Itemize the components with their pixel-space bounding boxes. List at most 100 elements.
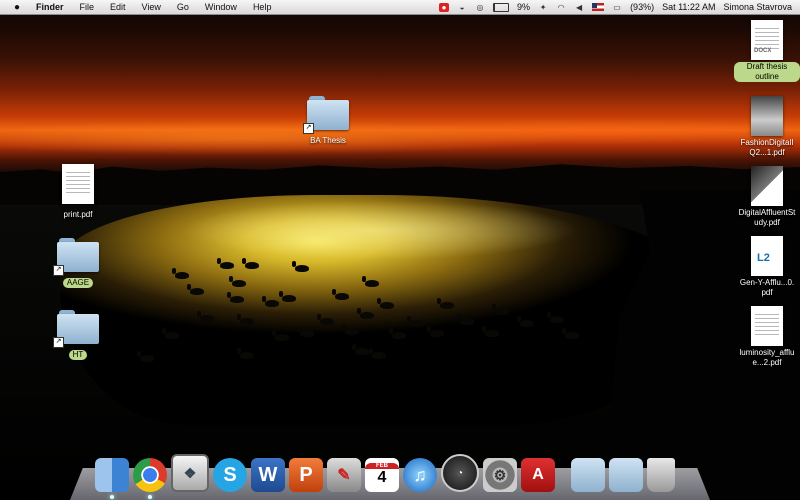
menu-bar: ● Finder File Edit View Go Window Help ●…	[0, 0, 800, 15]
duck	[547, 312, 564, 323]
menu-help[interactable]: Help	[253, 2, 272, 12]
status-lock-icon[interactable]: ✦	[538, 3, 548, 12]
acrobat-icon[interactable]: A	[521, 458, 555, 492]
lake-sheen	[180, 200, 580, 260]
input-source-flag-icon[interactable]	[592, 3, 605, 11]
desktop-file-draft-thesis-outline[interactable]: DOCX Draft thesis outline	[722, 20, 800, 84]
duck	[227, 292, 244, 303]
word-icon[interactable]: W	[251, 458, 285, 492]
duck	[492, 304, 509, 315]
duck	[437, 298, 454, 309]
battery-icon[interactable]: ▭	[612, 3, 622, 12]
duck	[342, 324, 359, 335]
desktop-file-fashion-digital[interactable]: FashionDigitalIQ2...1.pdf	[722, 96, 800, 160]
desktop-icon-label: Gen-Y-Afflu...0.pdf	[739, 278, 795, 297]
powerpoint-icon[interactable]: P	[289, 458, 323, 492]
pdf-document-icon	[62, 164, 94, 204]
dock-separator	[559, 458, 567, 492]
menu-window[interactable]: Window	[205, 2, 237, 12]
duck	[352, 344, 369, 355]
battery-gauge-icon[interactable]	[493, 2, 510, 12]
duck	[229, 276, 246, 287]
desktop[interactable]: print.pdf ↗ AAGE ↗ HT ↗ BA Thesis DOCX D…	[0, 0, 800, 500]
alias-arrow-icon: ↗	[303, 123, 314, 134]
duck	[377, 298, 394, 309]
duck	[272, 330, 289, 341]
desktop-file-luminosity[interactable]: luminosity_afflue...2.pdf	[722, 306, 800, 370]
battery-fill	[494, 3, 496, 11]
duck	[427, 326, 444, 337]
desktop-icon-label: FashionDigitalIQ2...1.pdf	[740, 138, 794, 157]
desktop-file-print-pdf[interactable]: print.pdf	[33, 164, 123, 222]
alias-arrow-icon: ↗	[53, 337, 64, 348]
status-hat-icon[interactable]: ◒	[457, 3, 467, 12]
applications-folder-icon[interactable]	[571, 458, 605, 492]
duck	[457, 314, 474, 325]
duck	[242, 258, 259, 269]
system-preferences-icon[interactable]: ⚙	[483, 458, 517, 492]
duck	[562, 328, 579, 339]
duck	[292, 261, 309, 272]
chrome-icon[interactable]	[133, 458, 167, 499]
pdf-document-icon	[751, 166, 783, 206]
folder-icon: ↗	[53, 238, 99, 276]
trash-icon[interactable]	[647, 458, 675, 492]
desktop-icon-label: print.pdf	[63, 210, 93, 219]
finder-icon[interactable]	[95, 458, 129, 499]
skype-icon[interactable]: S	[213, 458, 247, 492]
docx-document-icon: DOCX	[751, 20, 783, 60]
duck	[217, 258, 234, 269]
duck	[137, 351, 154, 362]
desktop-icon-label: Draft thesis outline	[734, 62, 800, 82]
desktop-icon-label: AAGE	[62, 278, 94, 288]
status-ring-icon[interactable]: ◎	[475, 3, 485, 12]
battery-level-text: 9%	[517, 2, 531, 12]
duck	[369, 348, 386, 359]
menu-file[interactable]: File	[80, 2, 95, 12]
pdf-document-icon	[751, 96, 783, 136]
calendar-icon[interactable]: FEB 4	[365, 458, 399, 492]
menu-finder[interactable]: Finder	[36, 2, 64, 12]
menu-go[interactable]: Go	[177, 2, 189, 12]
folder-icon: ↗	[53, 310, 99, 348]
sunset-clouds	[0, 108, 800, 168]
desktop-folder-ht[interactable]: ↗ HT	[33, 310, 123, 362]
apple-logo-icon[interactable]: ●	[10, 2, 24, 13]
battery-percent: (93%)	[630, 2, 655, 12]
duck	[197, 311, 214, 322]
duck	[517, 316, 534, 327]
status-app-icon[interactable]: ●	[439, 2, 450, 12]
duck	[162, 328, 179, 339]
duck	[237, 314, 254, 325]
script-editor-icon[interactable]: ✎	[327, 458, 361, 492]
duck	[237, 348, 254, 359]
menu-edit[interactable]: Edit	[110, 2, 126, 12]
duck	[172, 268, 189, 279]
duck	[317, 314, 334, 325]
duck	[332, 289, 349, 300]
speaker-icon[interactable]: ◀	[574, 3, 584, 12]
menu-clock[interactable]: Sat 11:22 AM	[662, 2, 715, 12]
dock: ❖ S W P ✎ FEB 4 ♫ ◔ ⚙ A	[95, 448, 715, 499]
dashboard-icon[interactable]: ◔	[441, 454, 479, 492]
running-indicator	[110, 495, 114, 499]
menu-extras: ● ◒ ◎ 9% ✦ ◠ ◀ ▭ (93%) Sat 11:22 AM Simo…	[439, 0, 792, 14]
duck	[482, 326, 499, 337]
desktop-file-gen-y-affluent[interactable]: L2 Gen-Y-Afflu...0.pdf	[722, 236, 800, 300]
desktop-file-digital-affluent-study[interactable]: DigitalAffluentStudy.pdf	[722, 166, 800, 230]
duck	[279, 291, 296, 302]
duck	[357, 308, 374, 319]
menu-user[interactable]: Simona Stavrova	[723, 2, 792, 12]
desktop-folder-aage[interactable]: ↗ AAGE	[33, 238, 123, 290]
preview-icon[interactable]: ❖	[171, 454, 209, 492]
desktop-folder-ba-thesis[interactable]: ↗ BA Thesis	[283, 96, 373, 148]
wifi-icon[interactable]: ◠	[556, 3, 566, 12]
desktop-icon-label: BA Thesis	[310, 136, 346, 145]
desktop-icon-label: DigitalAffluentStudy.pdf	[738, 208, 796, 227]
menu-view[interactable]: View	[142, 2, 161, 12]
duck	[262, 296, 279, 307]
duck	[389, 328, 406, 339]
documents-folder-icon[interactable]	[609, 458, 643, 492]
itunes-icon[interactable]: ♫	[403, 458, 437, 492]
desktop-icon-label: HT	[68, 350, 88, 360]
